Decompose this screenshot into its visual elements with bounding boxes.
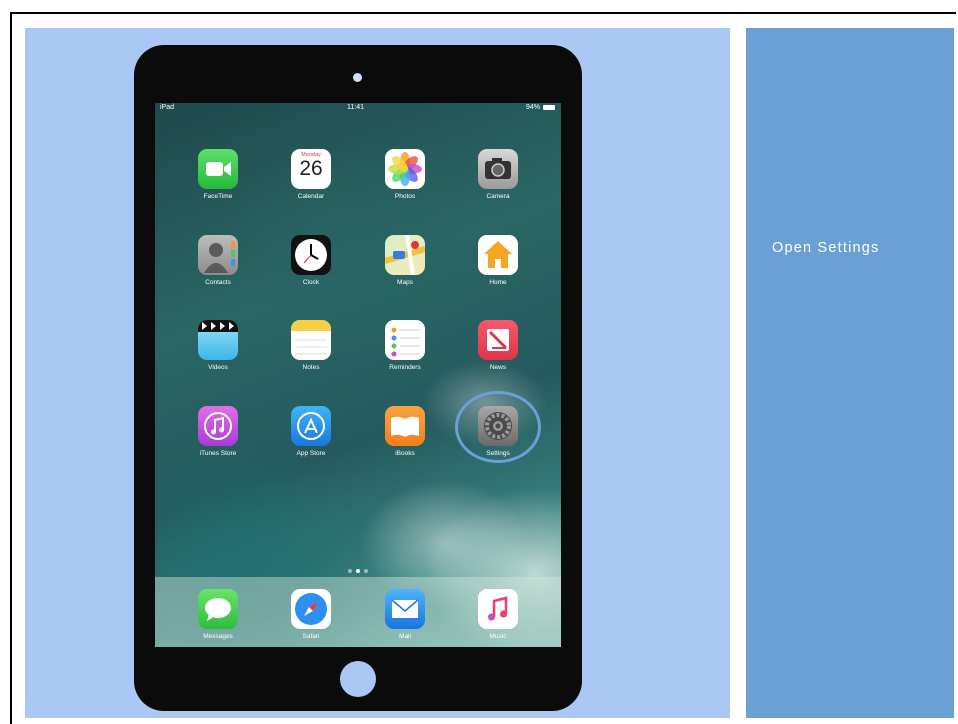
app-label: iTunes Store	[199, 450, 237, 457]
app-news[interactable]: News	[468, 320, 528, 390]
dock-app-messages[interactable]: Messages	[188, 589, 248, 647]
status-time: 11:41	[347, 104, 364, 111]
app-label: Photos	[394, 193, 416, 200]
photos-icon	[385, 149, 425, 189]
clock-icon	[291, 235, 331, 275]
front-camera	[353, 73, 362, 82]
app-label: Home	[489, 279, 507, 286]
app-label: Videos	[208, 364, 228, 371]
page-dot	[348, 569, 352, 573]
app-label: iBooks	[395, 450, 415, 457]
app-home[interactable]: Home	[468, 235, 528, 305]
app-notes[interactable]: Notes	[281, 320, 341, 390]
reminders-icon	[385, 320, 425, 360]
app-ibooks[interactable]: iBooks	[375, 406, 435, 476]
settings-highlight-ring	[455, 391, 541, 463]
home-icon	[478, 235, 518, 275]
app-maps[interactable]: Maps	[375, 235, 435, 305]
instruction-text: Open Settings	[772, 240, 880, 256]
app-clock[interactable]: Clock	[281, 235, 341, 305]
carrier-label: iPad	[160, 104, 175, 111]
home-screen: iPad 11:41 94% FaceTime Monday 26 Calend…	[155, 103, 561, 647]
app-label: Mail	[399, 633, 411, 640]
app-store-icon	[291, 406, 331, 446]
app-label: Camera	[486, 193, 510, 200]
contacts-icon	[198, 235, 238, 275]
app-reminders[interactable]: Reminders	[375, 320, 435, 390]
app-label: Music	[489, 633, 507, 640]
app-label: Messages	[203, 633, 233, 640]
page-dot	[364, 569, 368, 573]
app-label: Contacts	[205, 279, 231, 286]
facetime-icon	[198, 149, 238, 189]
battery-status: 94%	[526, 104, 555, 111]
app-label: Notes	[302, 364, 320, 371]
videos-icon	[198, 320, 238, 360]
app-calendar[interactable]: Monday 26 Calendar	[281, 149, 341, 219]
music-icon	[478, 589, 518, 629]
camera-icon	[478, 149, 518, 189]
app-label: Maps	[397, 279, 413, 286]
notes-icon	[291, 320, 331, 360]
calendar-icon: Monday 26	[291, 149, 331, 189]
app-label: FaceTime	[203, 193, 233, 200]
dock-app-mail[interactable]: Mail	[375, 589, 435, 647]
page-dot-active	[356, 569, 360, 573]
app-facetime[interactable]: FaceTime	[188, 149, 248, 219]
dock-app-safari[interactable]: Safari	[281, 589, 341, 647]
home-button[interactable]	[340, 661, 376, 697]
news-icon	[478, 320, 518, 360]
app-label: Safari	[302, 633, 320, 640]
page-indicator	[345, 569, 371, 575]
battery-icon	[543, 105, 555, 110]
app-label: App Store	[296, 450, 326, 457]
app-contacts[interactable]: Contacts	[188, 235, 248, 305]
calendar-day: 26	[299, 157, 323, 180]
app-label: Clock	[302, 279, 320, 286]
app-label: News	[489, 364, 507, 371]
app-app-store[interactable]: App Store	[281, 406, 341, 476]
safari-icon	[291, 589, 331, 629]
mail-icon	[385, 589, 425, 629]
dock-app-music[interactable]: Music	[468, 589, 528, 647]
battery-percent: 94%	[525, 104, 540, 111]
status-bar: iPad 11:41 94%	[155, 103, 561, 115]
app-camera[interactable]: Camera	[468, 149, 528, 219]
app-label: Reminders	[389, 364, 421, 371]
app-label: Calendar	[297, 193, 325, 200]
app-itunes-store[interactable]: iTunes Store	[188, 406, 248, 476]
ibooks-icon	[385, 406, 425, 446]
ipad-device: iPad 11:41 94% FaceTime Monday 26 Calend…	[134, 45, 582, 711]
app-videos[interactable]: Videos	[188, 320, 248, 390]
messages-icon	[198, 589, 238, 629]
instruction-panel: Open Settings	[746, 28, 954, 718]
dock: Messages Safari Mail Music	[155, 577, 561, 647]
itunes-store-icon	[198, 406, 238, 446]
maps-icon	[385, 235, 425, 275]
app-photos[interactable]: Photos	[375, 149, 435, 219]
